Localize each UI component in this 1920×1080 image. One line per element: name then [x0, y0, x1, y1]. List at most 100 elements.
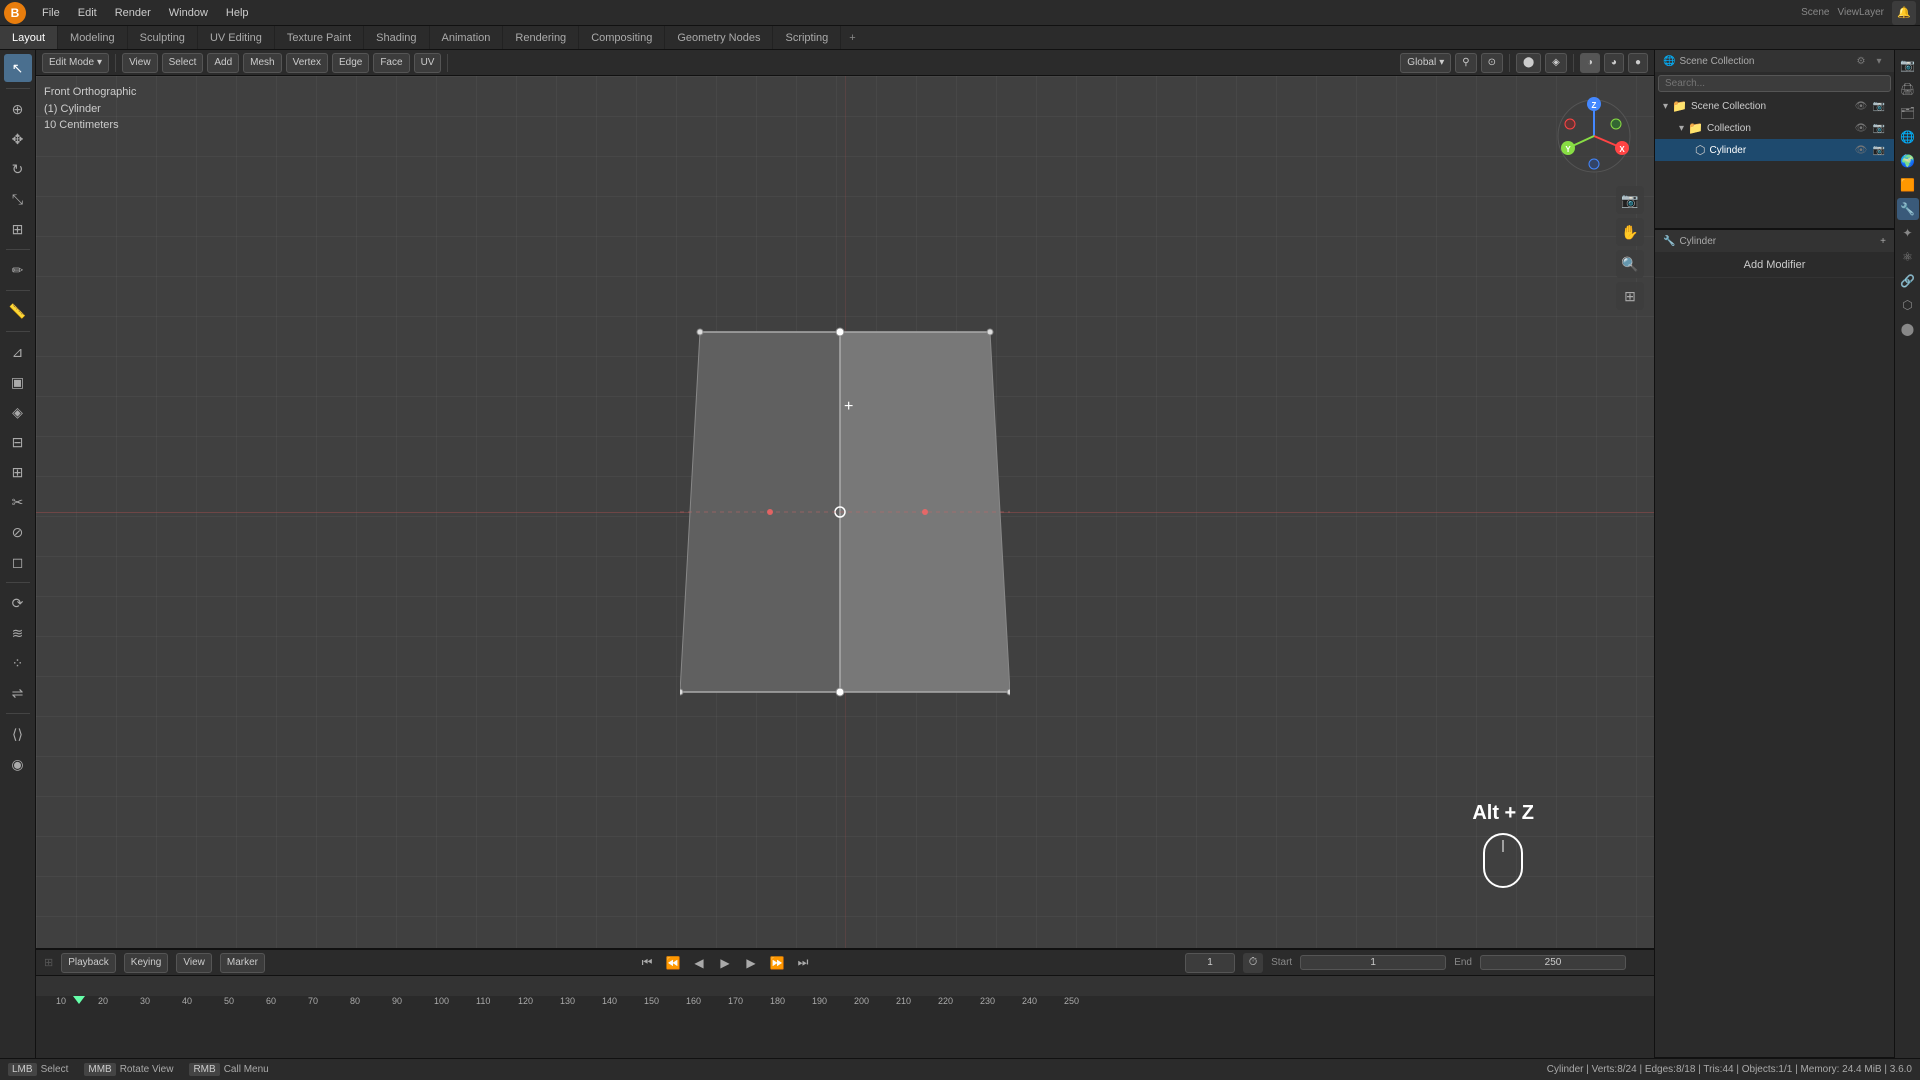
viewport-add-menu[interactable]: Add — [207, 53, 239, 73]
tool-bevel[interactable]: ◈ — [4, 398, 32, 426]
prev-keyframe-btn[interactable]: ⏪ — [662, 952, 684, 974]
overlay-toggle[interactable]: ⬤ — [1516, 53, 1541, 73]
viewport-pan-btn[interactable]: ✋ — [1616, 218, 1644, 246]
viewport[interactable]: Front Orthographic (1) Cylinder 10 Centi… — [36, 76, 1654, 948]
tab-compositing[interactable]: Compositing — [579, 26, 665, 49]
world-props-icon[interactable]: 🌍 — [1897, 150, 1919, 172]
tool-shear[interactable]: ⟨⟩ — [4, 720, 32, 748]
camera-perspective-btn[interactable]: 📷 — [1616, 186, 1644, 214]
rendered-shading[interactable]: ● — [1628, 53, 1648, 73]
tool-extrude[interactable]: ⊿ — [4, 338, 32, 366]
viewport-uv-menu[interactable]: UV — [414, 53, 442, 73]
tool-select[interactable]: ↖ — [4, 54, 32, 82]
snap-toggle[interactable]: ⚲ — [1455, 53, 1476, 73]
coll-visibility-icon[interactable]: 👁 — [1854, 121, 1868, 135]
tool-spin[interactable]: ⟳ — [4, 589, 32, 617]
play-btn[interactable]: ▶ — [714, 952, 736, 974]
tool-slide-relax[interactable]: ⇌ — [4, 679, 32, 707]
object-props-icon[interactable]: 🟧 — [1897, 174, 1919, 196]
jump-end-btn[interactable]: ⏭ — [792, 952, 814, 974]
material-props-icon[interactable]: ⬤ — [1897, 318, 1919, 340]
add-workspace-button[interactable]: + — [841, 32, 863, 44]
physics-props-icon[interactable]: ⚛ — [1897, 246, 1919, 268]
next-frame-btn[interactable]: ▶ — [740, 952, 762, 974]
viewport-view-menu[interactable]: View — [122, 53, 158, 73]
tab-scripting[interactable]: Scripting — [773, 26, 841, 49]
tool-scale[interactable]: ⤡ — [4, 185, 32, 213]
current-frame-input[interactable]: 1 — [1185, 953, 1235, 973]
navigation-gizmo[interactable]: Z X Y — [1554, 96, 1634, 176]
tool-offset-edge-slide[interactable]: ⊞ — [4, 458, 32, 486]
coll-render-icon[interactable]: 📷 — [1872, 121, 1886, 135]
viewport-mesh-menu[interactable]: Mesh — [243, 53, 281, 73]
render-visibility-icon[interactable]: 📷 — [1872, 99, 1886, 113]
fps-indicator[interactable]: ⏱ — [1243, 953, 1263, 973]
xray-toggle[interactable]: ◈ — [1545, 53, 1567, 73]
add-modifier-button[interactable]: Add Modifier — [1663, 259, 1886, 271]
viewport-zoom-btn[interactable]: 🔍 — [1616, 250, 1644, 278]
tab-animation[interactable]: Animation — [430, 26, 504, 49]
next-keyframe-btn[interactable]: ⏩ — [766, 952, 788, 974]
solid-shading[interactable]: ◑ — [1580, 53, 1600, 73]
timeline-view-menu[interactable]: View — [176, 953, 212, 973]
viewport-edge-menu[interactable]: Edge — [332, 53, 369, 73]
render-icon[interactable]: 🔔 — [1892, 1, 1916, 25]
tool-loop-cut[interactable]: ⊟ — [4, 428, 32, 456]
menu-window[interactable]: Window — [161, 5, 216, 21]
add-modifier-item[interactable]: Add Modifier — [1655, 252, 1894, 278]
tool-smooth[interactable]: ≋ — [4, 619, 32, 647]
tool-cursor[interactable]: ⊕ — [4, 95, 32, 123]
tool-transform[interactable]: ⊞ — [4, 215, 32, 243]
tab-shading[interactable]: Shading — [364, 26, 429, 49]
tool-randomize[interactable]: ⁘ — [4, 649, 32, 677]
particles-props-icon[interactable]: ✦ — [1897, 222, 1919, 244]
render-props-icon[interactable]: 📷 — [1897, 54, 1919, 76]
tool-knife[interactable]: ✂ — [4, 488, 32, 516]
obj-visibility-icon[interactable]: 👁 — [1854, 143, 1868, 157]
viewport-face-menu[interactable]: Face — [373, 53, 409, 73]
tool-move[interactable]: ✥ — [4, 125, 32, 153]
tool-bisect[interactable]: ⊘ — [4, 518, 32, 546]
outliner-cylinder[interactable]: ⬡ Cylinder 👁 📷 — [1655, 139, 1894, 161]
tool-inset[interactable]: ▣ — [4, 368, 32, 396]
tab-texture-paint[interactable]: Texture Paint — [275, 26, 364, 49]
proportional-edit[interactable]: ⊙ — [1481, 53, 1503, 73]
playback-menu[interactable]: Playback — [61, 953, 116, 973]
tool-to-sphere[interactable]: ◉ — [4, 750, 32, 778]
viewport-grid-btn[interactable]: ⊞ — [1616, 282, 1644, 310]
menu-render[interactable]: Render — [107, 5, 159, 21]
tab-sculpting[interactable]: Sculpting — [128, 26, 198, 49]
tool-annotate[interactable]: ✏ — [4, 256, 32, 284]
end-frame-input[interactable] — [1480, 955, 1626, 970]
jump-start-btn[interactable]: ⏮ — [636, 952, 658, 974]
prev-frame-btn[interactable]: ◀ — [688, 952, 710, 974]
tool-poly-build[interactable]: ◻ — [4, 548, 32, 576]
obj-render-icon[interactable]: 📷 — [1872, 143, 1886, 157]
tool-rotate[interactable]: ↻ — [4, 155, 32, 183]
outliner-collection[interactable]: ▾ 📁 Collection 👁 📷 — [1655, 117, 1894, 139]
tool-measure[interactable]: 📏 — [4, 297, 32, 325]
outliner-filter-icon[interactable]: ⚙ — [1854, 54, 1868, 68]
material-preview[interactable]: ◕ — [1604, 53, 1624, 73]
outliner-scene-collection[interactable]: ▾ 📁 Scene Collection 👁 📷 — [1655, 95, 1894, 117]
tab-modeling[interactable]: Modeling — [58, 26, 128, 49]
output-props-icon[interactable]: 🖨 — [1897, 78, 1919, 100]
outliner-search-input[interactable] — [1658, 75, 1891, 92]
tab-uv-editing[interactable]: UV Editing — [198, 26, 275, 49]
tab-geometry-nodes[interactable]: Geometry Nodes — [665, 26, 773, 49]
viewport-select-menu[interactable]: Select — [162, 53, 204, 73]
menu-file[interactable]: File — [34, 5, 68, 21]
constraints-props-icon[interactable]: 🔗 — [1897, 270, 1919, 292]
menu-help[interactable]: Help — [218, 5, 257, 21]
start-frame-input[interactable] — [1300, 955, 1446, 970]
transform-orientation[interactable]: Global ▾ — [1400, 53, 1451, 73]
menu-edit[interactable]: Edit — [70, 5, 105, 21]
viewport-vertex-menu[interactable]: Vertex — [286, 53, 328, 73]
timeline-track[interactable]: 10 20 30 40 50 60 70 80 90 100 110 120 1… — [36, 976, 1654, 1058]
tab-layout[interactable]: Layout — [0, 26, 58, 49]
marker-menu[interactable]: Marker — [220, 953, 265, 973]
data-props-icon[interactable]: ⬡ — [1897, 294, 1919, 316]
visibility-icon[interactable]: 👁 — [1854, 99, 1868, 113]
keying-menu[interactable]: Keying — [124, 953, 169, 973]
scene-props-icon[interactable]: 🌐 — [1897, 126, 1919, 148]
